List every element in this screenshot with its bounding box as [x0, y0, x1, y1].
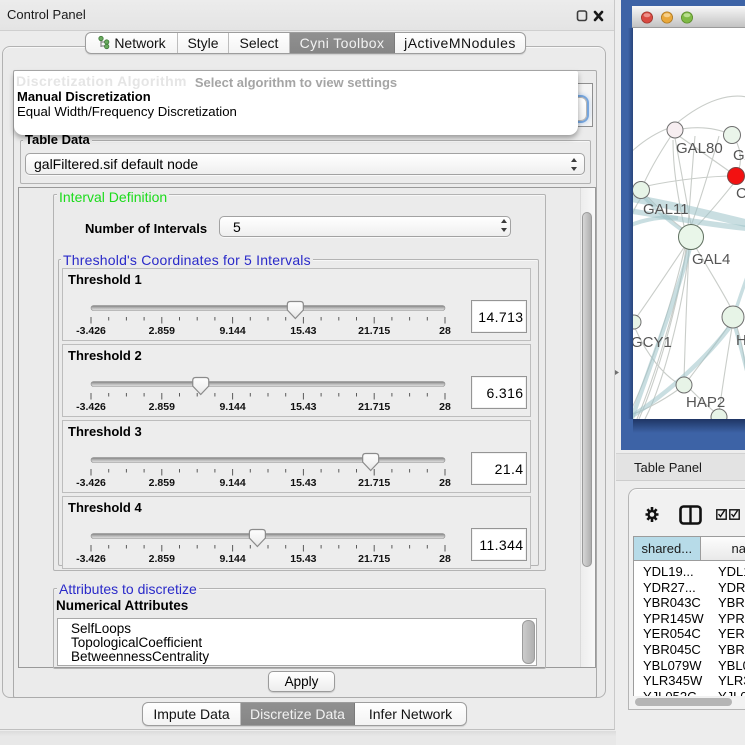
svg-text:15.43: 15.43: [290, 553, 316, 565]
svg-text:28: 28: [439, 553, 451, 565]
svg-text:28: 28: [439, 477, 451, 489]
svg-text:15.43: 15.43: [290, 325, 316, 337]
svg-text:2.859: 2.859: [149, 325, 175, 337]
svg-text:21.715: 21.715: [358, 401, 390, 413]
svg-text:9.144: 9.144: [219, 553, 245, 565]
svg-text:21.715: 21.715: [358, 553, 390, 565]
svg-text:2.859: 2.859: [149, 401, 175, 413]
svg-text:9.144: 9.144: [219, 401, 245, 413]
svg-text:28: 28: [439, 325, 451, 337]
svg-text:H: H: [736, 332, 745, 349]
svg-text:15.43: 15.43: [290, 401, 316, 413]
svg-text:9.144: 9.144: [219, 325, 245, 337]
svg-text:-3.426: -3.426: [76, 477, 106, 489]
svg-text:GAL4: GAL4: [692, 251, 730, 268]
svg-text:HAP2: HAP2: [686, 394, 725, 411]
svg-text:21.715: 21.715: [358, 477, 390, 489]
svg-text:-3.426: -3.426: [76, 553, 106, 565]
svg-text:21.715: 21.715: [358, 325, 390, 337]
svg-text:GCY1: GCY1: [633, 334, 672, 351]
svg-text:-3.426: -3.426: [76, 401, 106, 413]
svg-text:GAL80: GAL80: [676, 140, 723, 157]
svg-text:2.859: 2.859: [149, 553, 175, 565]
svg-text:15.43: 15.43: [290, 477, 316, 489]
svg-text:2.859: 2.859: [149, 477, 175, 489]
svg-text:GA: GA: [733, 147, 745, 164]
svg-text:9.144: 9.144: [219, 477, 245, 489]
svg-text:C: C: [736, 185, 745, 202]
svg-text:GAL11: GAL11: [643, 201, 689, 218]
svg-text:28: 28: [439, 401, 451, 413]
svg-text:-3.426: -3.426: [76, 325, 106, 337]
